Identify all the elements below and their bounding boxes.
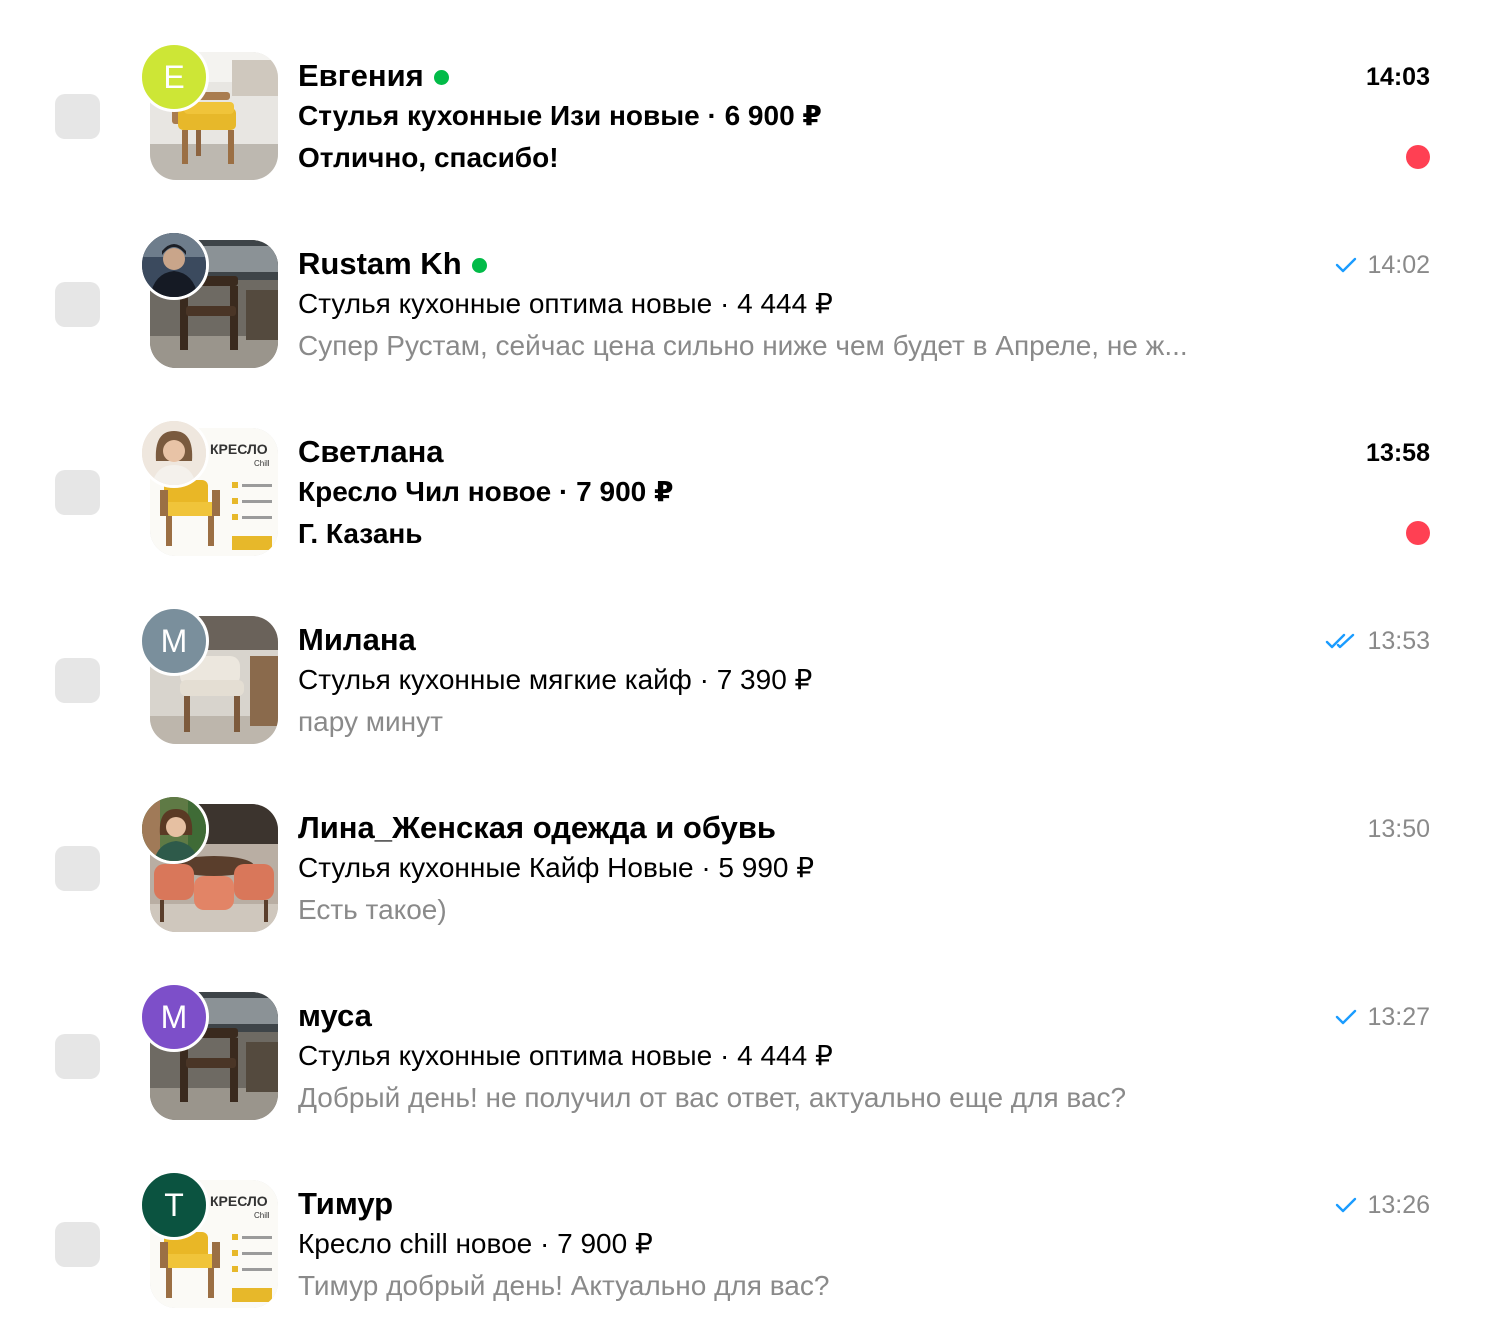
avatar-letter: Т — [164, 1187, 184, 1223]
online-indicator — [433, 69, 449, 85]
contact-name-line: Лина_Женская одежда и обувь — [298, 808, 776, 848]
timestamp-area: 13:27 — [1335, 997, 1430, 1037]
timestamp-area: 13:53 — [1325, 621, 1430, 661]
timestamp: 14:02 — [1367, 250, 1430, 279]
timestamp-area: 14:03 — [1366, 57, 1430, 97]
last-message: Супер Рустам, сейчас цена сильно ниже че… — [298, 330, 1188, 361]
user-photo-icon — [142, 233, 206, 297]
svg-text:Chill: Chill — [254, 459, 270, 468]
single-check-icon — [1335, 257, 1357, 273]
timestamp: 13:26 — [1367, 1190, 1430, 1219]
avatar — [139, 418, 209, 488]
timestamp: 13:50 — [1367, 814, 1430, 843]
contact-name-line: Евгения — [298, 56, 449, 96]
ad-title: Кресло Чил новое · 7 900 ₽ — [298, 476, 674, 507]
unread-badge — [1406, 145, 1430, 169]
user-photo-icon — [142, 421, 206, 485]
double-check-icon — [1325, 633, 1357, 649]
contact-name-line: муса — [298, 996, 372, 1036]
contact-name: Тимур — [298, 1186, 394, 1221]
single-check-icon — [1335, 1009, 1357, 1025]
user-photo-icon — [142, 797, 206, 861]
contact-name: Rustam Kh — [298, 246, 462, 281]
single-check-icon — [1335, 1197, 1357, 1213]
select-checkbox[interactable] — [55, 658, 100, 703]
timestamp: 14:03 — [1366, 62, 1430, 91]
unread-badge — [1406, 521, 1430, 545]
chat-row[interactable]: М муса Стулья кухонные оптима новые · 4 … — [0, 940, 1512, 1128]
ad-title: Стулья кухонные оптима новые · 4 444 ₽ — [298, 1040, 833, 1071]
select-checkbox[interactable] — [55, 94, 100, 139]
avatar-letter: Е — [163, 59, 185, 95]
select-checkbox[interactable] — [55, 282, 100, 327]
contact-name-line: Rustam Kh — [298, 244, 487, 284]
contact-name-line: Милана — [298, 620, 416, 660]
avatar — [139, 230, 209, 300]
last-message: пару минут — [298, 706, 443, 737]
avatar: М — [139, 982, 209, 1052]
timestamp: 13:53 — [1367, 626, 1430, 655]
svg-text:КРЕСЛО: КРЕСЛО — [210, 1193, 268, 1209]
last-message: Отлично, спасибо! — [298, 142, 559, 173]
ad-title: Стулья кухонные Изи новые · 6 900 ₽ — [298, 100, 822, 131]
svg-text:КРЕСЛО: КРЕСЛО — [210, 441, 268, 457]
timestamp: 13:58 — [1366, 438, 1430, 467]
last-message: Тимур добрый день! Актуально для вас? — [298, 1270, 830, 1301]
ad-title: Стулья кухонные оптима новые · 4 444 ₽ — [298, 288, 833, 319]
avatar-letter: М — [160, 999, 188, 1035]
timestamp: 13:27 — [1367, 1002, 1430, 1031]
ad-title: Стулья кухонные Кайф Новые · 5 990 ₽ — [298, 852, 815, 883]
svg-text:Chill: Chill — [254, 1211, 270, 1220]
timestamp-area: 14:02 — [1335, 245, 1430, 285]
last-message: Есть такое) — [298, 894, 447, 925]
avatar — [139, 794, 209, 864]
chat-row[interactable]: Rustam Kh Стулья кухонные оптима новые ·… — [0, 188, 1512, 376]
select-checkbox[interactable] — [55, 1222, 100, 1267]
avatar: М — [139, 606, 209, 676]
select-checkbox[interactable] — [55, 1034, 100, 1079]
chat-row[interactable]: КРЕСЛО Chill Светлана Кресло Чил новое ·… — [0, 376, 1512, 564]
chat-row[interactable]: Е Евгения Стулья кухонные Изи новые · 6 … — [0, 0, 1512, 188]
contact-name: Светлана — [298, 434, 444, 469]
chat-row[interactable]: Лина_Женская одежда и обувь Стулья кухон… — [0, 752, 1512, 940]
select-checkbox[interactable] — [55, 470, 100, 515]
avatar-letter: М — [160, 623, 188, 659]
online-indicator — [471, 257, 487, 273]
contact-name: Евгения — [298, 58, 424, 93]
contact-name: муса — [298, 998, 372, 1033]
chat-row[interactable]: КРЕСЛО Chill Т Тимур Кресло chill новое … — [0, 1128, 1512, 1316]
last-message: Добрый день! не получил от вас ответ, ак… — [298, 1082, 1127, 1113]
contact-name: Милана — [298, 622, 416, 657]
last-message: Г. Казань — [298, 518, 423, 549]
select-checkbox[interactable] — [55, 846, 100, 891]
avatar: Е — [139, 42, 209, 112]
contact-name-line: Светлана — [298, 432, 444, 472]
chat-list: Е Евгения Стулья кухонные Изи новые · 6 … — [0, 0, 1512, 1340]
chat-row[interactable]: М Милана Стулья кухонные мягкие кайф · 7… — [0, 564, 1512, 752]
contact-name-line: Тимур — [298, 1184, 393, 1224]
ad-title: Стулья кухонные мягкие кайф · 7 390 ₽ — [298, 664, 813, 695]
timestamp-area: 13:58 — [1366, 433, 1430, 473]
timestamp-area: 13:50 — [1367, 809, 1430, 849]
timestamp-area: 13:26 — [1335, 1185, 1430, 1225]
avatar: Т — [139, 1170, 209, 1240]
ad-title: Кресло chill новое · 7 900 ₽ — [298, 1228, 653, 1259]
contact-name: Лина_Женская одежда и обувь — [298, 810, 776, 845]
